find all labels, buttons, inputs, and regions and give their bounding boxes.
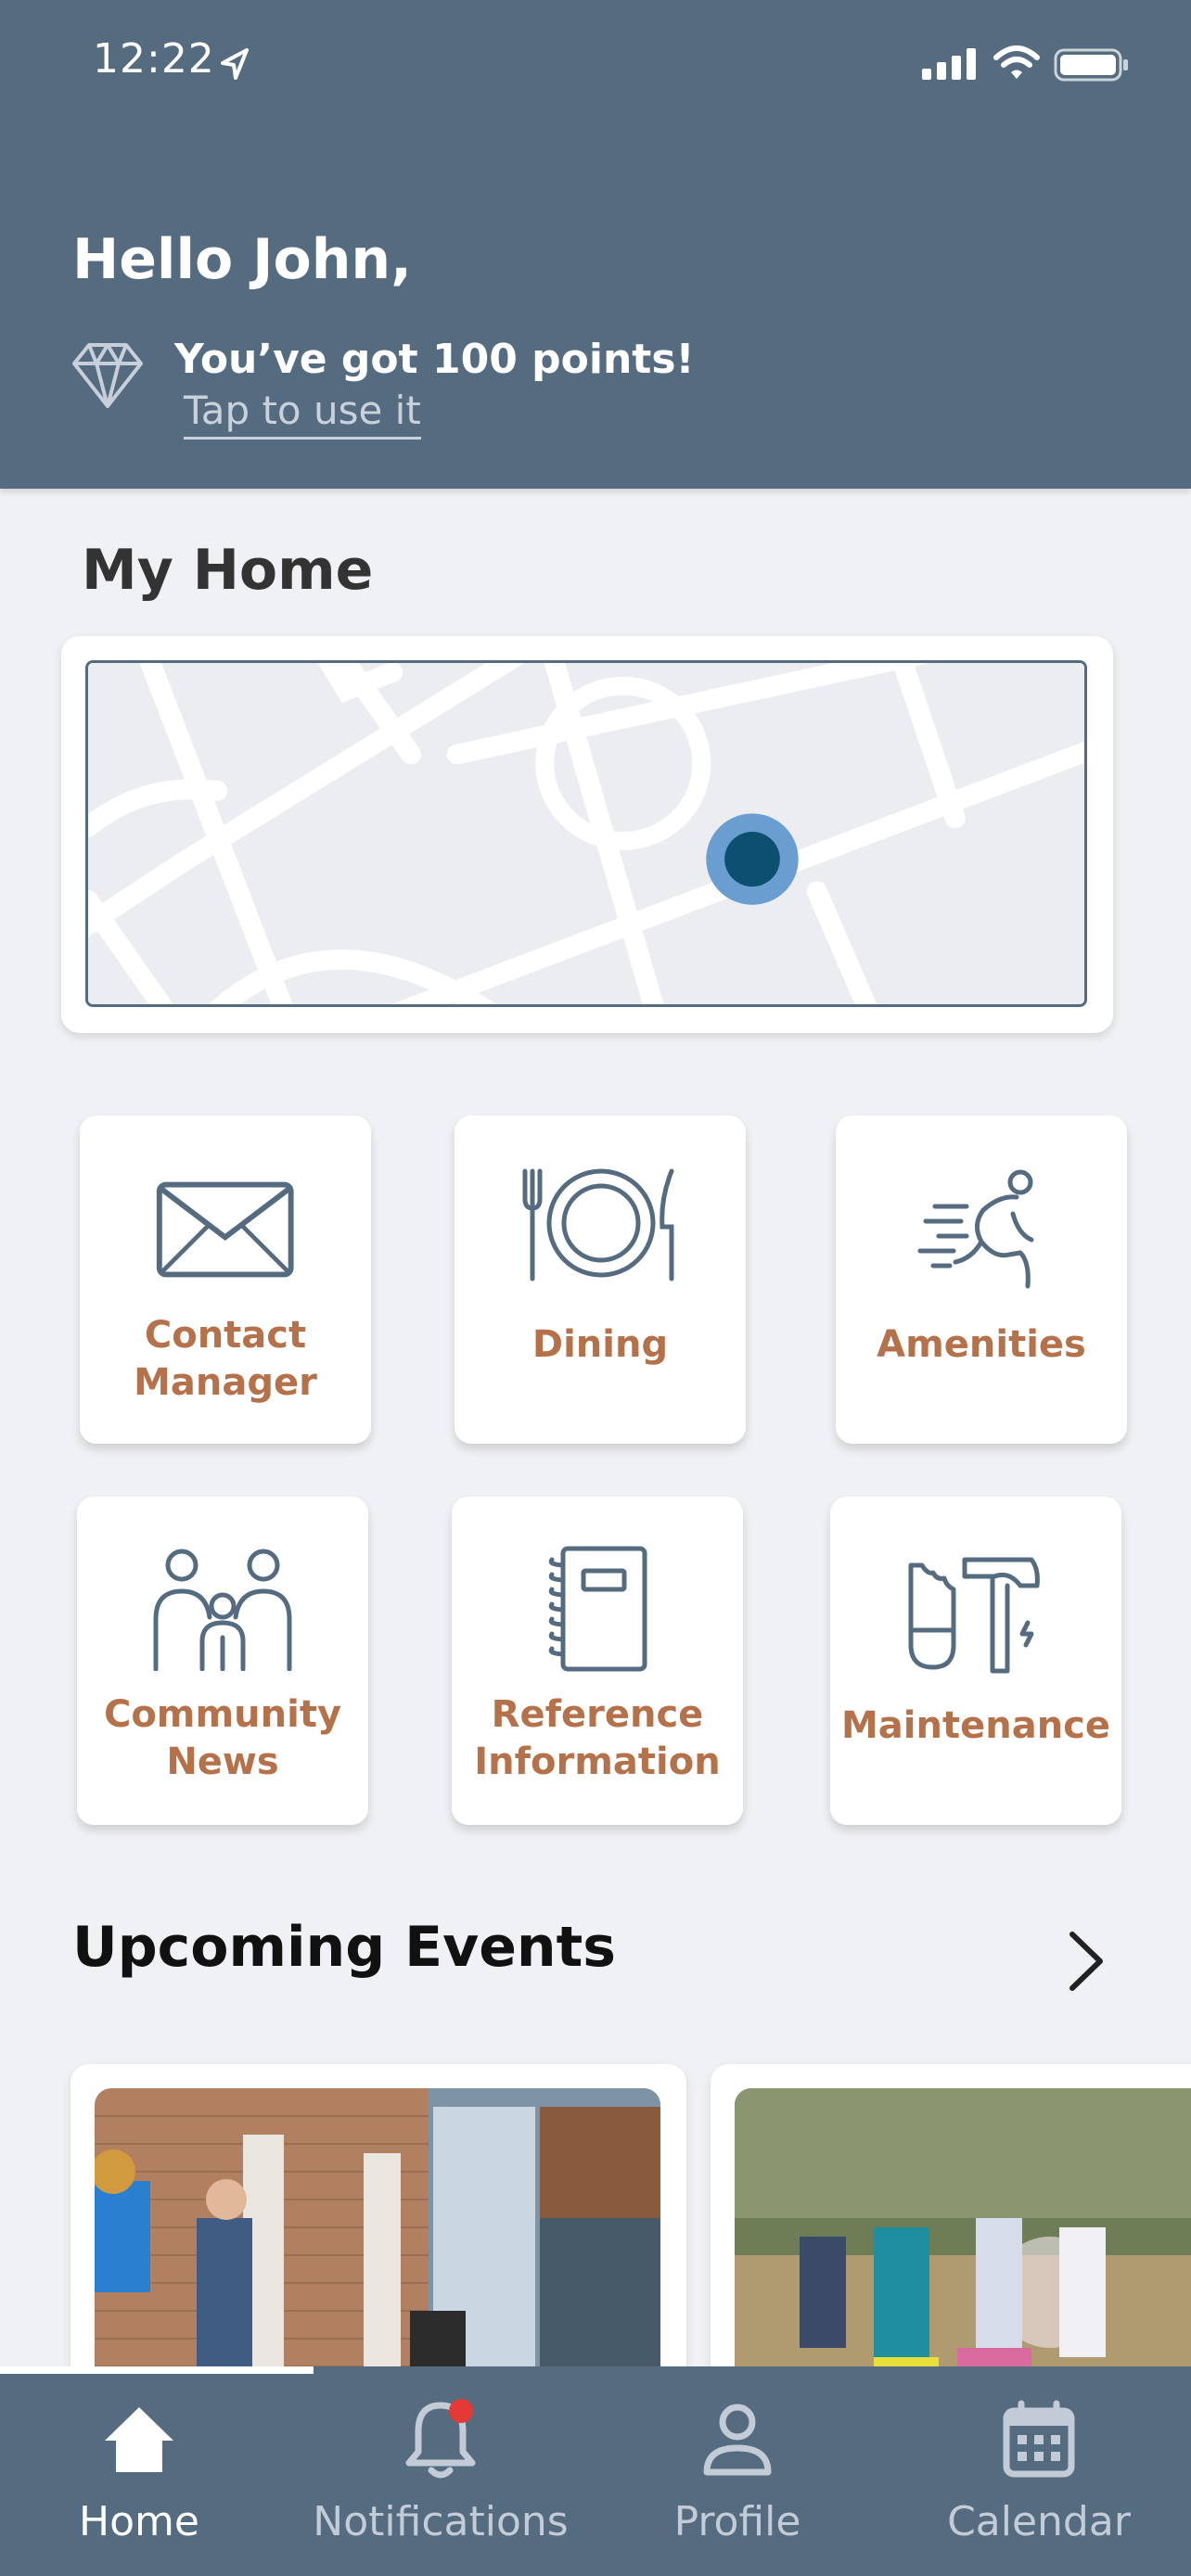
tile-label-line1: Dining	[531, 1323, 669, 1366]
calendar-icon	[928, 2398, 1150, 2481]
tab-label: Profile	[673, 2498, 801, 2545]
tile-label-line2: Manager	[134, 1361, 317, 1404]
dining-tile[interactable]: Dining	[455, 1116, 746, 1444]
tile-label-line1: Contact	[144, 1314, 307, 1357]
community-news-tile[interactable]: Community News	[77, 1497, 368, 1825]
event-photo-yoga	[735, 2088, 1191, 2398]
people-icon	[77, 1549, 368, 1671]
tools-icon	[830, 1552, 1121, 1675]
header: 12:22 Hello John, You’ve got 100 points!…	[0, 0, 1191, 489]
event-photo-presentation	[95, 2088, 660, 2398]
home-map[interactable]	[85, 660, 1087, 1007]
tile-label-line2: Information	[474, 1741, 721, 1783]
map-pin	[724, 832, 780, 887]
notebook-icon	[452, 1545, 743, 1673]
tab-home[interactable]: Home	[0, 2366, 278, 2576]
my-home-title: My Home	[82, 538, 374, 603]
notification-badge	[449, 2399, 473, 2423]
tab-label: Notifications	[313, 2498, 569, 2545]
tile-label-line1: Amenities	[877, 1323, 1086, 1366]
diamond-icon	[72, 343, 143, 408]
chevron-right-icon[interactable]	[1065, 1929, 1109, 1994]
status-bar: 12:22	[0, 0, 1191, 130]
tile-label-line2: News	[166, 1741, 279, 1783]
bell-icon	[297, 2398, 584, 2481]
event-card[interactable]	[711, 2064, 1191, 2398]
person-icon	[640, 2398, 835, 2481]
greeting: Hello John,	[72, 227, 412, 292]
tab-notifications[interactable]: Notifications	[297, 2366, 584, 2576]
location-arrow-icon	[221, 48, 249, 80]
upcoming-events-title: Upcoming Events	[72, 1915, 616, 1980]
tile-label-line1: Community	[103, 1693, 342, 1736]
tab-label: Calendar	[947, 2498, 1131, 2545]
tab-profile[interactable]: Profile	[640, 2366, 835, 2576]
wifi-icon	[993, 45, 1040, 79]
tile-label-line1: Reference	[491, 1693, 704, 1736]
amenities-tile[interactable]: Amenities	[836, 1116, 1127, 1444]
tile-label-line1: Maintenance	[840, 1704, 1111, 1747]
points-text: You’ve got 100 points!	[174, 336, 695, 383]
maintenance-tile[interactable]: Maintenance	[830, 1497, 1121, 1825]
tap-to-use-link[interactable]: Tap to use it	[184, 388, 421, 440]
event-card[interactable]	[70, 2064, 686, 2398]
status-time: 12:22	[93, 35, 215, 83]
envelope-icon	[80, 1169, 371, 1290]
tab-calendar[interactable]: Calendar	[928, 2366, 1150, 2576]
contact-manager-tile[interactable]: Contact Manager	[80, 1116, 371, 1444]
battery-icon	[1054, 48, 1128, 82]
plate-cutlery-icon	[455, 1162, 746, 1282]
tab-bar: Home Notifications Profile Calendar	[0, 2366, 1191, 2576]
signal-icon	[922, 48, 976, 80]
home-map-card[interactable]	[61, 636, 1113, 1033]
map-graphic	[88, 663, 1084, 1004]
tab-label: Home	[79, 2498, 199, 2545]
running-person-icon	[836, 1169, 1127, 1290]
reference-information-tile[interactable]: Reference Information	[452, 1497, 743, 1825]
home-icon	[0, 2398, 278, 2481]
